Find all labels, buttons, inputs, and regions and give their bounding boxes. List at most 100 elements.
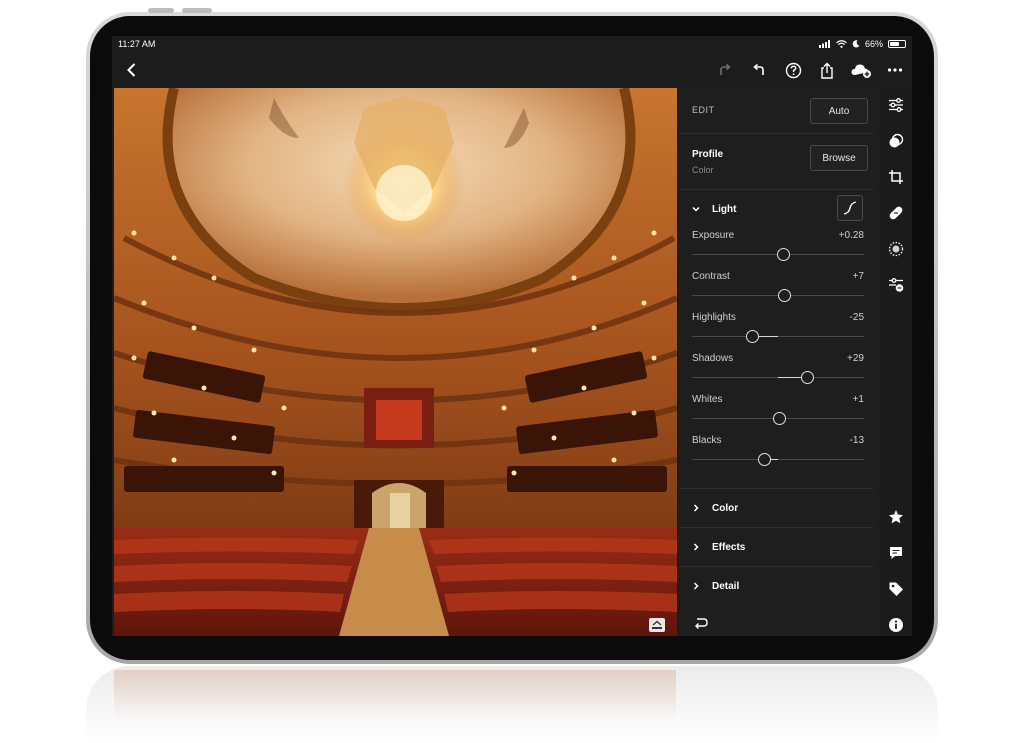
wifi-icon: [836, 40, 847, 48]
section-effects[interactable]: Effects: [679, 527, 873, 566]
section-title: Detail: [712, 581, 740, 592]
edit-tool-button[interactable]: [887, 96, 905, 114]
slider-value: +1: [852, 394, 864, 405]
moon-icon: [852, 40, 860, 48]
browse-button[interactable]: Browse: [810, 145, 868, 171]
info-icon: [889, 618, 903, 632]
profile-value: Color: [692, 165, 714, 175]
chevron-right-icon: [693, 543, 699, 551]
crop-icon: [889, 170, 903, 184]
selective-mask-icon: [889, 133, 904, 148]
battery-icon: [888, 40, 906, 48]
volume-button: [148, 8, 174, 13]
help-icon: [785, 62, 801, 78]
edit-label: EDIT: [692, 105, 715, 115]
slider-thumb[interactable]: [800, 371, 814, 384]
keywords-button[interactable]: [887, 580, 905, 598]
slider-thumb[interactable]: [778, 289, 792, 302]
slider-label: Exposure: [692, 230, 735, 241]
cloud-sync-button[interactable]: [850, 59, 872, 81]
redo-button[interactable]: [714, 59, 736, 81]
battery-percent: 66%: [864, 39, 883, 49]
profile-row: Profile Color Browse: [679, 134, 873, 190]
section-title: Effects: [712, 542, 746, 553]
redo-icon: [720, 63, 731, 75]
slider-exposure[interactable]: Exposure +0.28: [692, 230, 864, 266]
undo-button[interactable]: [748, 59, 770, 81]
top-toolbar: [112, 52, 912, 88]
crop-tool-button[interactable]: [887, 168, 905, 186]
slider-thumb[interactable]: [757, 453, 771, 466]
comments-button[interactable]: [887, 544, 905, 562]
slider-highlights[interactable]: Highlights -25: [692, 312, 864, 348]
device-reflection: [86, 666, 938, 743]
section-color[interactable]: Color: [679, 488, 873, 527]
status-time: 11:27 AM: [118, 39, 156, 49]
presets-tool-button[interactable]: [887, 276, 905, 294]
slider-contrast[interactable]: Contrast +7: [692, 271, 864, 307]
chevron-right-icon: [693, 504, 699, 512]
slider-label: Highlights: [692, 312, 736, 323]
tag-icon: [889, 582, 903, 596]
cloud-add-icon: [851, 64, 871, 78]
more-icon: [887, 68, 903, 72]
section-title: Color: [712, 503, 739, 514]
slider-value: +7: [852, 271, 864, 282]
edit-sliders-icon: [889, 98, 903, 112]
power-button: [182, 8, 212, 13]
optics-tool-button[interactable]: [887, 240, 905, 258]
edit-header: EDIT Auto: [679, 88, 873, 134]
masking-tool-button[interactable]: [887, 132, 905, 150]
edit-panel: EDIT Auto Profile Color Browse Light Exp…: [679, 88, 879, 636]
signal-icon: [818, 40, 830, 48]
healing-tool-button[interactable]: [887, 204, 905, 222]
light-header[interactable]: Light: [679, 190, 873, 228]
section-detail[interactable]: Detail: [679, 566, 873, 605]
slider-value: -25: [849, 312, 864, 323]
tone-curve-icon: [843, 201, 857, 215]
tone-curve-button[interactable]: [837, 195, 863, 221]
reset-button[interactable]: [693, 616, 711, 632]
share-button[interactable]: [816, 59, 838, 81]
status-bar: 11:27 AM 66%: [112, 36, 912, 52]
light-title: Light: [712, 204, 737, 215]
healing-icon: [889, 206, 903, 220]
slider-thumb[interactable]: [776, 248, 790, 261]
filmstrip-icon: [652, 620, 662, 629]
slider-value: +0.28: [838, 230, 864, 241]
photo-canvas[interactable]: [114, 88, 677, 636]
slider-blacks[interactable]: Blacks -13: [692, 435, 864, 471]
help-button[interactable]: [782, 59, 804, 81]
presets-icon: [889, 278, 904, 292]
slider-value: +29: [847, 353, 864, 364]
back-button[interactable]: [122, 60, 142, 80]
slider-label: Blacks: [692, 435, 722, 446]
profile-title: Profile: [692, 149, 724, 160]
undo-icon: [753, 63, 764, 75]
more-button[interactable]: [884, 59, 906, 81]
chevron-down-icon: [692, 206, 700, 212]
slider-thumb[interactable]: [745, 330, 759, 343]
share-icon: [821, 62, 833, 79]
slider-track[interactable]: [692, 459, 864, 460]
optics-icon: [888, 241, 904, 257]
info-button[interactable]: [887, 616, 905, 634]
tool-rail: [880, 88, 912, 636]
chevron-right-icon: [693, 582, 699, 590]
slider-label: Contrast: [692, 271, 730, 282]
slider-whites[interactable]: Whites +1: [692, 394, 864, 430]
screen: 11:27 AM 66% EDIT Auto Profile Color Bro…: [112, 36, 912, 636]
rating-star-icon: [889, 510, 903, 524]
slider-track[interactable]: [692, 336, 864, 337]
slider-shadows[interactable]: Shadows +29: [692, 353, 864, 389]
reset-icon: [695, 618, 708, 629]
chevron-left-icon: [127, 63, 136, 77]
slider-label: Shadows: [692, 353, 734, 364]
rating-button[interactable]: [887, 508, 905, 526]
slider-value: -13: [849, 435, 864, 446]
slider-thumb[interactable]: [773, 412, 787, 425]
filmstrip-toggle-button[interactable]: [649, 618, 665, 632]
theater-photo: [114, 88, 677, 636]
auto-button[interactable]: Auto: [810, 98, 868, 124]
stage: { "status": {"time": "11:27 AM", "batter…: [0, 0, 1024, 743]
